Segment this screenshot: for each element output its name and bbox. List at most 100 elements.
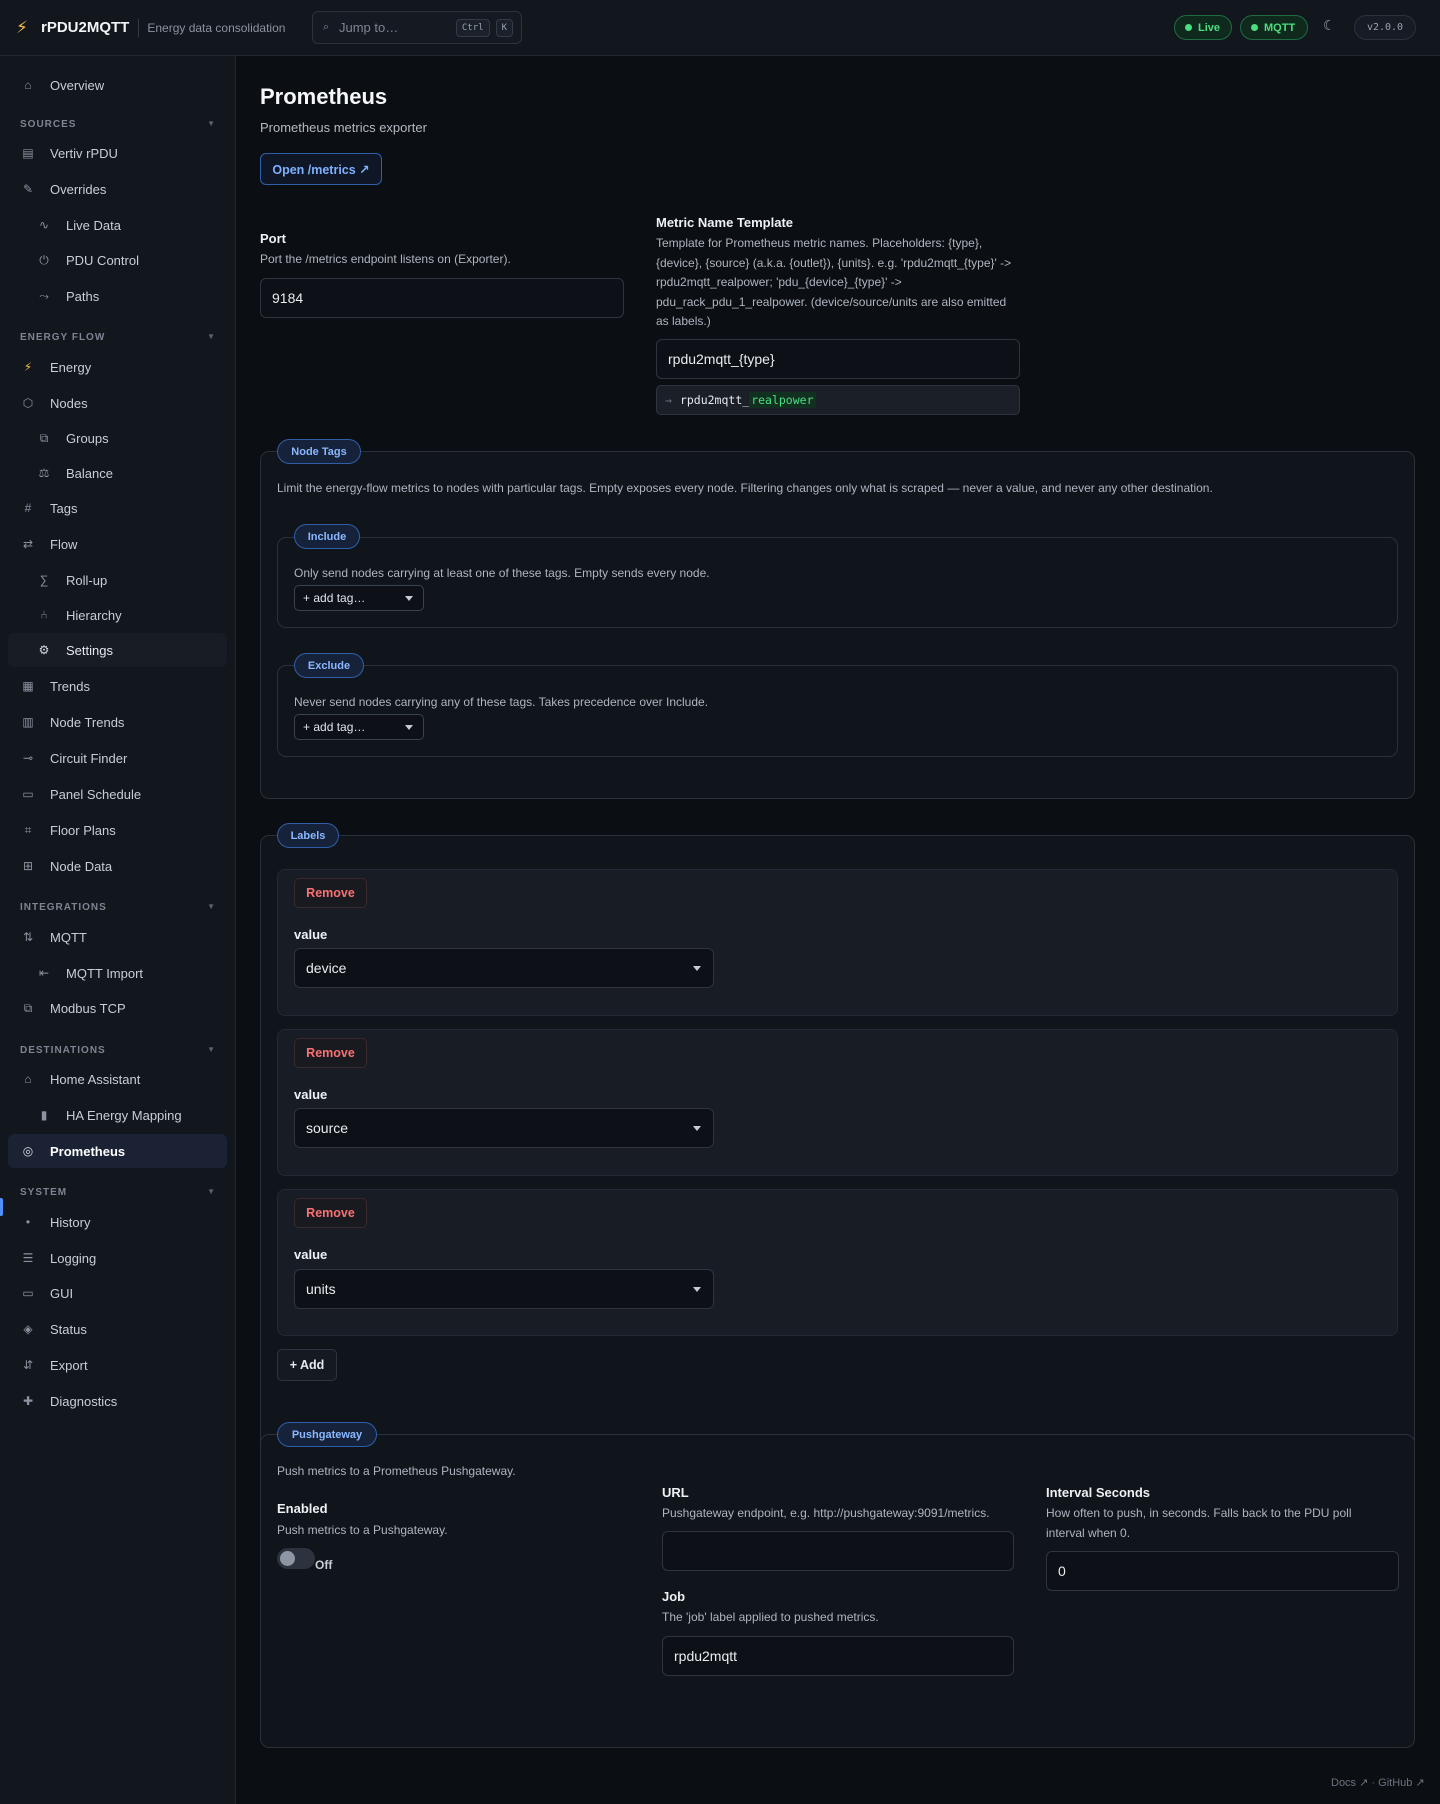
port-label: Port: [260, 231, 286, 246]
sidebar-item-mqtt-import[interactable]: ⇤ MQTT Import: [8, 956, 227, 990]
pushgateway-help: Push metrics to a Prometheus Pushgateway…: [277, 1464, 516, 1478]
tree-icon: ⑃: [40, 608, 48, 622]
sidebar-item-circuit-finder[interactable]: ⊸ Circuit Finder: [8, 741, 227, 775]
url-input[interactable]: [662, 1531, 1014, 1571]
metric-template-input[interactable]: rpdu2mqtt_{type}: [656, 339, 1020, 379]
remove-label-button[interactable]: Remove: [294, 1198, 367, 1228]
sidebar-item-roll-up[interactable]: ∑ Roll-up: [8, 563, 227, 597]
sidebar-item-energy[interactable]: ⚡ Energy: [8, 350, 227, 384]
sidebar-item-balance[interactable]: ⚖ Balance: [8, 456, 227, 490]
sidebar-item-panel-schedule[interactable]: ▭ Panel Schedule: [8, 777, 227, 811]
grid-icon: ⌗: [24, 822, 32, 837]
mqtt-status-badge[interactable]: MQTT: [1240, 15, 1308, 40]
status-dot-icon: [1251, 24, 1258, 31]
sidebar-item-node-data[interactable]: ⊞ Node Data: [8, 849, 227, 883]
sidebar-item-trends[interactable]: ▦ Trends: [8, 669, 227, 703]
sidebar-item-overrides[interactable]: ✎ Overrides: [8, 172, 227, 206]
sigma-icon: ∑: [39, 573, 49, 587]
jump-to-search[interactable]: ⌕ Jump to… Ctrl K: [312, 11, 522, 44]
live-status-badge[interactable]: Live: [1174, 15, 1232, 40]
nav-label: Hierarchy: [66, 607, 122, 623]
sidebar-item-history[interactable]: • History: [8, 1205, 227, 1239]
remove-label-button[interactable]: Remove: [294, 1038, 367, 1068]
enabled-toggle[interactable]: [277, 1548, 315, 1569]
port-input[interactable]: 9184: [260, 278, 624, 318]
exclude-add-tag-select[interactable]: + add tag…: [294, 714, 424, 740]
chevron-down-icon: ▼: [207, 119, 216, 128]
sidebar-item-prometheus[interactable]: ◎ Prometheus: [8, 1134, 227, 1168]
sidebar-item-home-assistant[interactable]: ⌂ Home Assistant: [8, 1062, 227, 1096]
brand[interactable]: ⚡ rPDU2MQTT Energy data consolidation: [0, 18, 285, 38]
sidebar-item-settings[interactable]: ⚙ Settings: [8, 633, 227, 667]
hexagon-icon: ⬡: [22, 396, 34, 410]
sidebar-item-gui[interactable]: ▭ GUI: [8, 1276, 227, 1310]
sidebar-item-node-trends[interactable]: ▥ Node Trends: [8, 705, 227, 739]
section-destinations[interactable]: DESTINATIONS ▼: [20, 1045, 216, 1056]
sidebar-item-pdu-control[interactable]: ⏻ PDU Control: [8, 243, 227, 277]
sidebar-item-export[interactable]: ⇵ Export: [8, 1348, 227, 1382]
section-title: INTEGRATIONS: [20, 902, 107, 913]
sidebar-item-tags[interactable]: # Tags: [8, 491, 227, 525]
sidebar-item-mqtt[interactable]: ⇅ MQTT: [8, 920, 227, 954]
app-subtitle: Energy data consolidation: [147, 20, 286, 35]
github-link[interactable]: GitHub ↗: [1378, 1777, 1425, 1789]
add-label-button[interactable]: + Add: [277, 1349, 337, 1381]
home-icon: ⌂: [24, 78, 32, 92]
power-icon: ⏻: [39, 252, 49, 267]
label-value-select[interactable]: source: [294, 1108, 714, 1148]
home-icon: ⌂: [24, 1072, 32, 1086]
page-subtitle: Prometheus metrics exporter: [260, 120, 427, 135]
pencil-icon: ✎: [22, 182, 34, 196]
sidebar-item-diagnostics[interactable]: ✚ Diagnostics: [8, 1384, 227, 1418]
interval-input[interactable]: 0: [1046, 1551, 1399, 1591]
moon-icon[interactable]: ☾: [1323, 17, 1336, 34]
sidebar-item-live-data[interactable]: ∿ Live Data: [8, 208, 227, 242]
port-help: Port the /metrics endpoint listens on (E…: [260, 252, 511, 266]
toggle-knob: [280, 1551, 295, 1566]
sidebar-item-vertiv-rpdu[interactable]: ▤ Vertiv rPDU: [8, 136, 227, 170]
kbd-ctrl: Ctrl: [455, 18, 490, 37]
sidebar-item-status[interactable]: ◈ Status: [8, 1312, 227, 1346]
sidebar-item-modbus-tcp[interactable]: ⧉ Modbus TCP: [8, 991, 227, 1025]
search-icon: ⌕: [323, 21, 330, 33]
nav-label: Paths: [66, 288, 100, 304]
server-icon: ▤: [22, 146, 34, 160]
label-value-select[interactable]: units: [294, 1269, 714, 1309]
label-value-select[interactable]: device: [294, 948, 714, 988]
docs-link[interactable]: Docs ↗: [1331, 1777, 1368, 1789]
sidebar-item-nodes[interactable]: ⬡ Nodes: [8, 386, 227, 420]
section-sources[interactable]: SOURCES ▼: [20, 119, 216, 130]
sidebar-item-floor-plans[interactable]: ⌗ Floor Plans: [8, 813, 227, 847]
nav-label: Settings: [66, 642, 113, 658]
sidebar-item-hierarchy[interactable]: ⑃ Hierarchy: [8, 598, 227, 632]
nav-label: History: [50, 1214, 91, 1230]
label-value-label: value: [294, 927, 328, 942]
open-metrics-button[interactable]: Open /metrics ↗: [260, 153, 382, 185]
sidebar-item-flow[interactable]: ⇄ Flow: [8, 527, 227, 561]
section-energy-flow[interactable]: ENERGY FLOW ▼: [20, 332, 216, 343]
folder-icon: ▭: [22, 787, 34, 801]
sidebar-item-overview[interactable]: ⌂ Overview: [8, 68, 227, 102]
app-name: rPDU2MQTT: [41, 19, 130, 36]
metric-name-preview: → rpdu2mqtt_ realpower: [656, 385, 1020, 415]
column-chart-icon: ▥: [22, 715, 34, 729]
arrows-icon: ⇄: [22, 537, 34, 551]
sidebar-item-logging[interactable]: ☰ Logging: [8, 1241, 227, 1275]
job-input[interactable]: rpdu2mqtt: [662, 1636, 1014, 1676]
sidebar-item-paths[interactable]: ⤳ Paths: [8, 279, 227, 313]
nav-label: Prometheus: [50, 1143, 126, 1159]
section-integrations[interactable]: INTEGRATIONS ▼: [20, 902, 216, 913]
include-add-tag-select[interactable]: + add tag…: [294, 585, 424, 611]
pushgateway-legend: Pushgateway: [277, 1422, 377, 1447]
metric-template-label: Metric Name Template: [656, 215, 794, 230]
nav-label: Home Assistant: [50, 1071, 141, 1087]
sidebar-item-ha-energy-mapping[interactable]: ▮ HA Energy Mapping: [8, 1098, 227, 1132]
chevron-down-icon: ▼: [207, 1045, 216, 1054]
nav-label: GUI: [50, 1285, 74, 1301]
remove-label-button[interactable]: Remove: [294, 878, 367, 908]
cross-icon: ✚: [22, 1394, 34, 1408]
section-system[interactable]: SYSTEM ▼: [20, 1187, 216, 1198]
section-title: SOURCES: [20, 119, 77, 130]
top-bar: ⚡ rPDU2MQTT Energy data consolidation ⌕ …: [0, 0, 1440, 56]
sidebar-item-groups[interactable]: ⧉ Groups: [8, 421, 227, 455]
